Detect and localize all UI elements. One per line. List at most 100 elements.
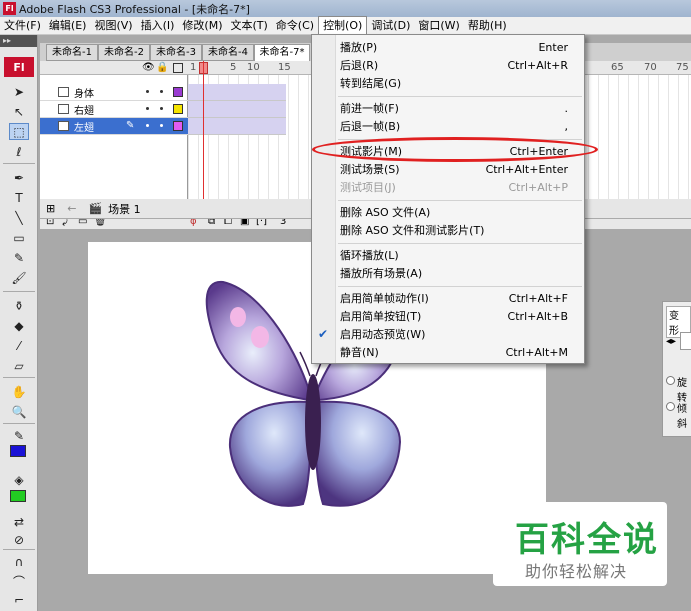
layer-color-box[interactable] — [173, 87, 183, 97]
menu-file[interactable]: 文件(F) — [0, 17, 45, 35]
skew-radio[interactable] — [666, 402, 675, 411]
hand-tool-icon[interactable]: ✋ — [9, 383, 29, 400]
snap-magnet-icon[interactable]: ∩ — [9, 553, 29, 570]
menu-window[interactable]: 窗口(W) — [414, 17, 463, 35]
menu-insert[interactable]: 插入(I) — [137, 17, 179, 35]
menu-item-play-all-scenes[interactable]: 播放所有场景(A) — [312, 264, 584, 282]
visibility-dot[interactable] — [146, 90, 149, 93]
menu-view[interactable]: 视图(V) — [90, 17, 136, 35]
menu-item-delete-aso[interactable]: 删除 ASO 文件(A) — [312, 203, 584, 221]
menu-item-go-to-end[interactable]: 转到结尾(G) — [312, 74, 584, 92]
menu-item-test-project: 测试项目(J) Ctrl+Alt+P — [340, 180, 568, 195]
menu-item-rewind[interactable]: 后退(R) Ctrl+Alt+R — [312, 56, 584, 74]
menu-item-step-backward[interactable]: 后退一帧(B), — [312, 117, 584, 135]
tab-doc-1[interactable]: 未命名-1 — [46, 44, 98, 61]
menu-item-step-forward[interactable]: 前进一帧(F). — [312, 99, 584, 117]
layer-row[interactable]: 左翅 ✎ — [40, 118, 188, 135]
menu-item-simple-buttons[interactable]: 启用简单按钮(T) Ctrl+Alt+B — [312, 307, 584, 325]
zoom-tool-icon[interactable]: 🔍 — [9, 403, 29, 420]
menu-item-test-scene[interactable]: 测试场景(S) Ctrl+Alt+Enter — [312, 160, 584, 178]
timeline-toggle-icon[interactable]: ⊞ — [46, 202, 55, 215]
layer-color-box[interactable] — [173, 121, 183, 131]
menu-edit[interactable]: 编辑(E) — [45, 17, 91, 35]
menu-help[interactable]: 帮助(H) — [464, 17, 511, 35]
fill-color-swatch[interactable] — [10, 490, 26, 502]
window-titlebar: Fl Adobe Flash CS3 Professional - [未命名-7… — [0, 0, 691, 17]
straighten-option-icon[interactable]: ⌐ — [9, 591, 29, 608]
pen-tool-icon[interactable]: ✒ — [9, 169, 29, 186]
outline-toggle-icon[interactable] — [173, 63, 183, 73]
subselection-tool-icon[interactable]: ↖ — [9, 103, 29, 120]
smooth-option-icon[interactable]: ⌒ — [9, 573, 29, 590]
stroke-color-swatch[interactable] — [10, 445, 26, 457]
eraser-tool-icon[interactable]: ▱ — [9, 357, 29, 374]
paint-bucket-tool-icon[interactable]: ◆ — [9, 317, 29, 334]
menu-item-live-preview[interactable]: ✔ 启用动态预览(W) — [312, 325, 584, 343]
playhead-line — [203, 61, 204, 215]
menu-separator — [338, 139, 582, 140]
watermark-badge: 百科全说 助你轻松解决 — [493, 502, 667, 586]
visibility-dot[interactable] — [146, 124, 149, 127]
fill-color-icon: ◈ — [14, 472, 24, 487]
lock-dot[interactable] — [160, 90, 163, 93]
menu-item-simple-frame-actions[interactable]: 启用简单帧动作(I) Ctrl+Alt+F — [312, 289, 584, 307]
no-color-icon[interactable]: ⊘ — [9, 531, 29, 548]
lock-dot[interactable] — [160, 124, 163, 127]
lasso-tool-icon[interactable]: ℓ — [9, 143, 29, 160]
scene-icon: 🎬 — [88, 202, 103, 215]
ruler-label: 1 — [190, 62, 197, 73]
toolbox-divider — [3, 377, 35, 378]
ink-bottle-tool-icon[interactable]: ⚱ — [9, 297, 29, 314]
text-tool-icon[interactable]: T — [9, 189, 29, 206]
flash-logo: Fl — [4, 57, 34, 77]
toolbox: ▸▸ Fl ➤ ↖ ⬚ ℓ ✒ T ╲ ▭ ✎ 🖌 ⚱ ◆ ⁄ ▱ ✋ 🔍 ✎ … — [0, 35, 38, 611]
lock-icon[interactable]: 🔒 — [156, 62, 168, 73]
menu-item-play[interactable]: 播放(P) Enter — [312, 38, 584, 56]
menu-item-loop-playback[interactable]: 循环播放(L) — [312, 246, 584, 264]
ruler-label: 15 — [278, 62, 291, 73]
menu-item-mute[interactable]: 静音(N) Ctrl+Alt+M — [312, 343, 584, 361]
line-tool-icon[interactable]: ╲ — [9, 209, 29, 226]
ruler-label: 70 — [644, 62, 657, 73]
tab-doc-7[interactable]: 未命名-7* — [254, 44, 310, 61]
free-transform-tool-icon[interactable]: ⬚ — [9, 123, 29, 140]
eye-icon[interactable]: 👁 — [142, 62, 155, 73]
rotate-radio[interactable] — [666, 376, 675, 385]
swap-colors-icon[interactable]: ⇄ — [9, 513, 29, 530]
menu-debug[interactable]: 调试(D) — [367, 17, 414, 35]
stroke-color-icon: ✎ — [13, 428, 25, 443]
menu-command[interactable]: 命令(C) — [272, 17, 318, 35]
lock-dot[interactable] — [160, 107, 163, 110]
menu-modify[interactable]: 修改(M) — [178, 17, 226, 35]
flash-app-icon: Fl — [3, 2, 16, 15]
layer-color-box[interactable] — [173, 104, 183, 114]
pencil-tool-icon[interactable]: ✎ — [9, 249, 29, 266]
layer-row[interactable]: 身体 — [40, 84, 188, 101]
layer-row[interactable]: 右翅 — [40, 101, 188, 118]
width-input[interactable] — [680, 332, 691, 350]
tab-doc-4[interactable]: 未命名-4 — [202, 44, 254, 61]
ruler-label: 10 — [247, 62, 260, 73]
ruler-label: 5 — [230, 62, 237, 73]
watermark-title: 百科全说 — [515, 520, 659, 560]
selection-tool-icon[interactable]: ➤ — [9, 83, 29, 100]
rectangle-tool-icon[interactable]: ▭ — [9, 229, 29, 246]
menu-text[interactable]: 文本(T) — [226, 17, 271, 35]
eyedropper-tool-icon[interactable]: ⁄ — [9, 337, 29, 354]
menu-item-delete-aso-test[interactable]: 删除 ASO 文件和测试影片(T) — [312, 221, 584, 239]
toolbox-grip[interactable]: ▸▸ — [0, 35, 37, 47]
menu-separator — [338, 96, 582, 97]
layer-icon — [58, 87, 69, 97]
menu-separator — [338, 286, 582, 287]
menu-separator — [338, 200, 582, 201]
layer-icon — [58, 104, 69, 114]
tab-doc-3[interactable]: 未命名-3 — [150, 44, 202, 61]
brush-tool-icon[interactable]: 🖌 — [9, 269, 29, 286]
menu-control[interactable]: 控制(O) — [318, 16, 368, 35]
menu-item-test-movie[interactable]: 测试影片(M) Ctrl+Enter — [312, 142, 584, 160]
back-arrow-icon[interactable]: ← — [67, 202, 76, 215]
ruler-label: 65 — [611, 62, 624, 73]
tab-doc-2[interactable]: 未命名-2 — [98, 44, 150, 61]
ruler-label: 75 — [676, 62, 689, 73]
visibility-dot[interactable] — [146, 107, 149, 110]
